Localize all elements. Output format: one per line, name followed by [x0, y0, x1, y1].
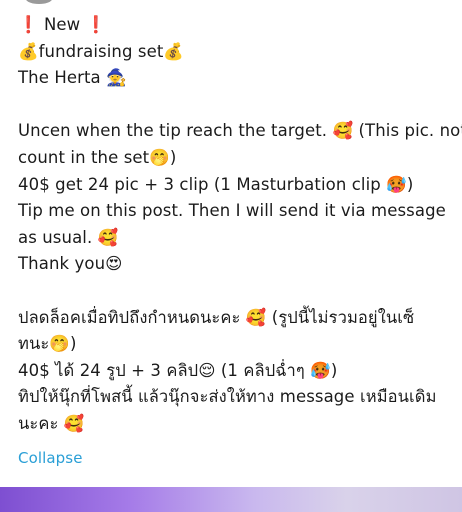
post-line: ❗ New ❗: [18, 15, 107, 34]
post-line: ทิปให้นุ๊กที่โพสนี้ แล้วนุ๊กจะส่งให้ทาง …: [18, 387, 437, 407]
post-line: 40$ get 24 pic + 3 clip (1 Masturbation …: [18, 174, 414, 194]
post-line: Tip me on this post. Then I will send it…: [18, 201, 446, 221]
post-line: 40$ ได้ 24 รูป + 3 คลิป😌 (1 คลิปฉ่ำๆ 🥵): [18, 360, 338, 380]
post-line: as usual. 🥰: [18, 227, 119, 247]
post-line: count in the set🤭): [18, 147, 177, 167]
post-line: ปลดล็อคเมื่อทิปถึงกำหนดนะคะ 🥰 (รูปนี้ไม่…: [18, 307, 415, 327]
post-line: Thank you😍: [18, 254, 123, 274]
media-preview[interactable]: [0, 487, 462, 512]
post-line: นะคะ 🥰: [18, 413, 85, 433]
post-line: ทนะ🤭): [18, 334, 77, 354]
avatar-edge: [26, 0, 52, 4]
previous-content-edge: [0, 0, 462, 8]
post-body: ❗ New ❗ 💰fundraising set💰 The Herta 🧙 Un…: [18, 12, 462, 472]
collapse-link[interactable]: Collapse: [18, 445, 83, 472]
post-line: 💰fundraising set💰: [18, 41, 185, 61]
post-line: The Herta 🧙: [18, 68, 127, 88]
post-line: Uncen when the tip reach the target. 🥰 (…: [18, 121, 462, 141]
